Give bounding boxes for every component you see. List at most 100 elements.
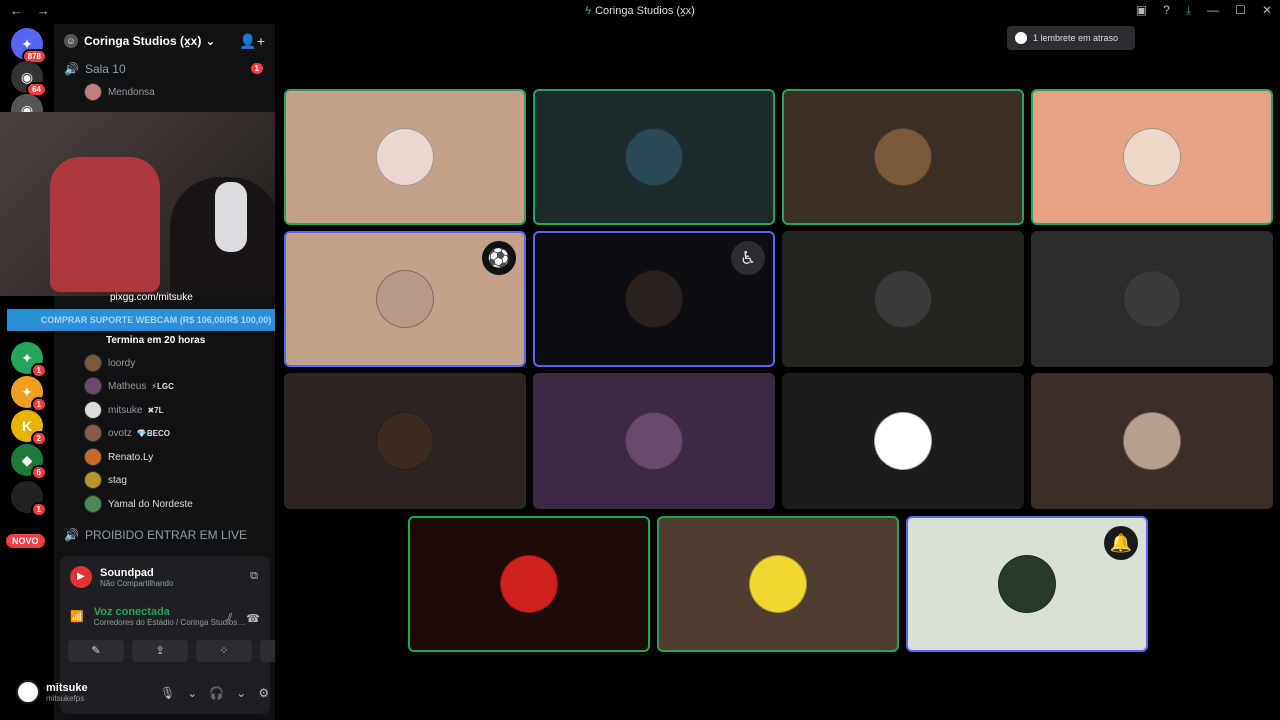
participant-tile[interactable] [657, 516, 899, 652]
discord-home-icon[interactable]: ✦ 878 [11, 28, 47, 64]
donation-goal-banner: COMPRAR SUPORTE WEBCAM (R$ 106,00/R$ 100… [7, 309, 305, 331]
voice-member[interactable]: Renato.Ly [84, 448, 153, 466]
member-name: Renato.Ly [108, 451, 154, 463]
participant-tile[interactable] [408, 516, 650, 652]
member-name: loordy [108, 357, 136, 369]
participant-avatar [1123, 128, 1181, 186]
discord-server-icon[interactable]: ✦ 1 [11, 376, 47, 412]
reminder-banner[interactable]: 1 lembrete em atraso [1007, 26, 1135, 50]
clock-icon [1015, 32, 1027, 44]
participant-tile[interactable] [782, 373, 1024, 509]
participant-tile[interactable] [782, 89, 1024, 225]
activity-icon: ♿ [731, 241, 765, 275]
participant-tile[interactable] [533, 89, 775, 225]
voice-connection[interactable]: 📶 Voz conectada Corredores do Estádio / … [70, 606, 245, 627]
voice-channel-proibido[interactable]: 🔊 PROIBIDO ENTRAR EM LIVE [64, 528, 247, 542]
participant-tile[interactable] [284, 373, 526, 509]
participant-tile[interactable] [533, 373, 775, 509]
voice-member[interactable]: Matheus ⚡LGC [84, 377, 174, 395]
minimize-icon[interactable]: — [1207, 3, 1219, 18]
help-icon[interactable]: ? [1163, 3, 1170, 18]
pix-link: pixgg.com/mitsuke [110, 292, 193, 303]
participant-tile[interactable]: ♿ [533, 231, 775, 367]
disconnect-icon[interactable]: ☎ [246, 612, 260, 625]
download-icon[interactable]: ⤓ [1186, 3, 1191, 18]
participant-avatar [376, 270, 434, 328]
unread-count-badge: 1 [250, 63, 263, 74]
chevron-down-icon[interactable]: ⌄ [187, 686, 197, 700]
gear-icon[interactable]: ⚙ [258, 686, 269, 700]
notification-badge: 1 [30, 502, 47, 517]
participant-tile[interactable] [1031, 89, 1273, 225]
member-name: Yamal do Nordeste [108, 498, 193, 510]
avatar [84, 354, 102, 372]
add-member-icon[interactable]: 👤+ [239, 33, 265, 50]
voice-member[interactable]: stag [84, 471, 127, 489]
headphones-icon[interactable]: 🎧 [209, 686, 224, 700]
close-icon[interactable]: ✕ [1262, 3, 1272, 18]
screen-share-button[interactable]: ⇪ [132, 640, 188, 662]
signal-icon: 📶 [70, 611, 84, 623]
apple-server-icon[interactable]: 1 [11, 481, 47, 517]
green-server-icon[interactable]: ◆ 6 [11, 444, 47, 480]
participant-tile[interactable] [782, 231, 1024, 367]
voice-channel-sala10[interactable]: 🔊 Sala 10 [64, 62, 126, 76]
participant-tile[interactable]: ⚽ [284, 231, 526, 367]
participant-avatar [625, 128, 683, 186]
participant-avatar [625, 270, 683, 328]
play-icon: ▶ [70, 566, 92, 588]
chevron-down-icon[interactable]: ⌄ [236, 686, 246, 700]
participant-avatar [749, 555, 807, 613]
new-badge: NOVO [6, 534, 45, 548]
avatar [84, 83, 102, 101]
voice-member[interactable]: mitsuke ✖7L [84, 401, 164, 419]
avatar [84, 495, 102, 513]
participant-avatar [376, 128, 434, 186]
member-name: stag [108, 474, 127, 486]
participant-tile[interactable]: 🔔 [906, 516, 1148, 652]
member-name: Mendonsa [108, 86, 155, 98]
voice-channel-name: Sala 10 [84, 62, 126, 76]
voice-member[interactable]: Yamal do Nordeste [84, 495, 193, 513]
guild-header[interactable]: ☺ Coringa Studios (x̯x) ⌄ [64, 34, 215, 48]
share-screen-icon[interactable]: ⧉ [250, 570, 258, 583]
participant-avatar [500, 555, 558, 613]
avatar [84, 471, 102, 489]
participant-avatar [874, 128, 932, 186]
k-server-icon[interactable]: K2 [11, 410, 47, 446]
window-controls: ▣ ? ⤓ — ☐ ✕ [1136, 3, 1272, 18]
maximize-icon[interactable]: ☐ [1235, 3, 1246, 18]
discord-server-icon[interactable]: ✦ 1 [11, 342, 47, 378]
clan-tag: ✖7L [147, 405, 164, 415]
guild-name: Coringa Studios (x̯x) [84, 34, 202, 48]
camera-button[interactable]: ✎ [68, 640, 124, 662]
member-name: Matheus [108, 380, 147, 392]
member-name: mitsuke [108, 404, 143, 416]
participant-tile[interactable] [1031, 231, 1273, 367]
participant-avatar [998, 555, 1056, 613]
voice-status: Voz conectada [93, 606, 170, 618]
server-avatar-icon[interactable]: ◉ 64 [11, 61, 47, 97]
speaker-icon: 🔊 [64, 528, 79, 542]
microphone-icon[interactable]: 🎙 [160, 686, 175, 700]
participant-avatar [625, 412, 683, 470]
voice-path: Corredores do Estádio / Coringa Studios… [93, 618, 246, 627]
speaker-icon: 🔊 [64, 62, 79, 76]
voice-controls: ⫽ ☎ [227, 612, 260, 625]
soundpad-activity[interactable]: ▶ Soundpad Não Compartilhando [70, 566, 173, 588]
participant-tile[interactable] [1031, 373, 1273, 509]
activities-button[interactable]: ⁘ [196, 640, 252, 662]
webcam-overlay [0, 112, 310, 296]
voice-member[interactable]: ovotz 💎BECO [84, 424, 170, 442]
soundpad-name: Soundpad [100, 566, 154, 579]
inbox-icon[interactable]: ▣ [1136, 3, 1147, 18]
voice-member[interactable]: Mendonsa [84, 83, 155, 101]
noise-suppression-icon[interactable]: ⫽ [227, 612, 232, 625]
user-area[interactable]: mitsuke mitsukefps [16, 680, 88, 704]
gaming-chair [50, 157, 160, 292]
user-controls: 🎙 ⌄ 🎧 ⌄ ⚙ [160, 686, 269, 700]
user-handle: mitsukefps [46, 693, 85, 703]
avatar [84, 377, 102, 395]
participant-tile[interactable] [284, 89, 526, 225]
voice-member[interactable]: loordy [84, 354, 135, 372]
